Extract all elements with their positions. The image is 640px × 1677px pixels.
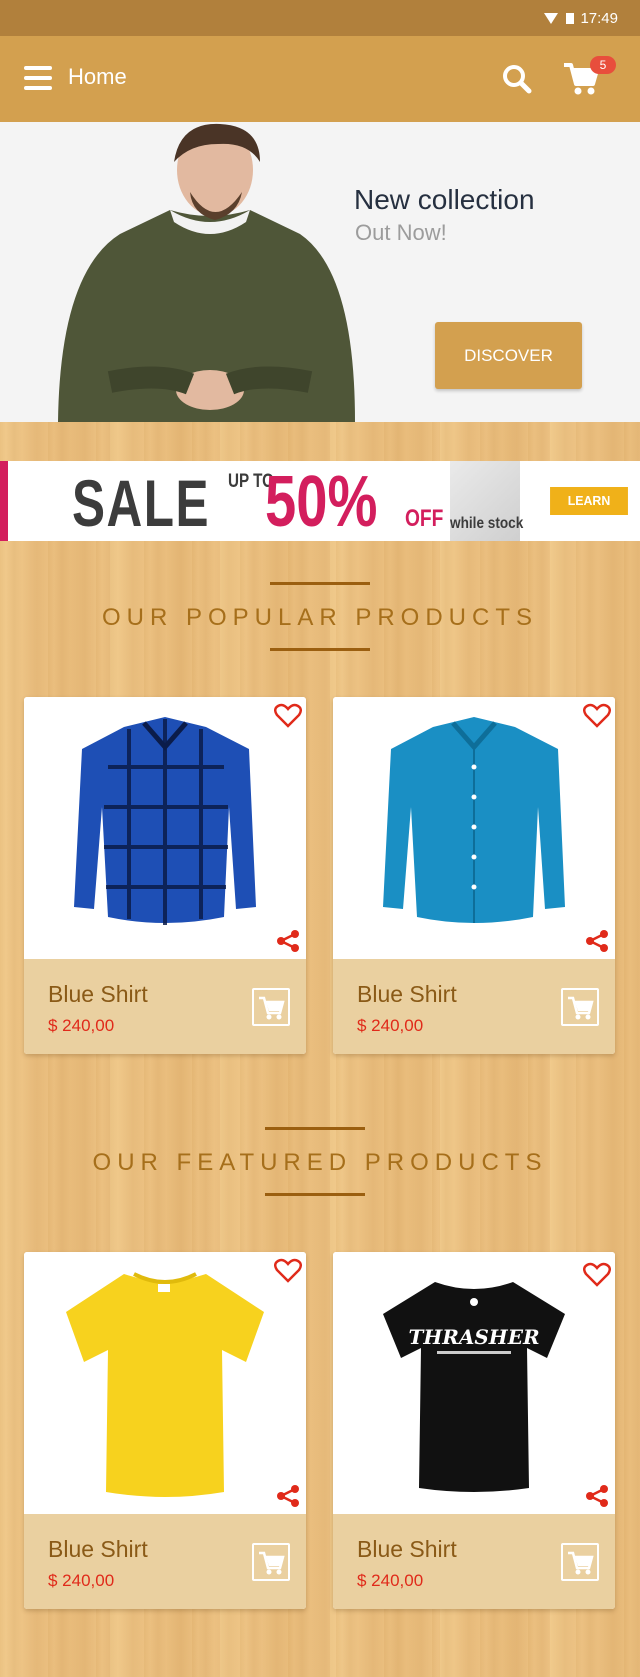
product-name[interactable]: Blue Shirt	[357, 1536, 457, 1563]
product-info: Blue Shirt $ 240,00	[333, 1514, 615, 1609]
heart-icon[interactable]	[274, 1258, 302, 1284]
wifi-icon	[544, 12, 559, 24]
learn-more-button[interactable]: LEARN MORE	[550, 487, 628, 536]
cart-count-badge: 5	[590, 56, 616, 74]
product-price: $ 240,00	[48, 1016, 115, 1035]
product-price: $ 240,00	[48, 1571, 115, 1590]
product-image-yellow-tshirt[interactable]	[24, 1252, 306, 1514]
share-icon[interactable]	[276, 929, 300, 953]
add-to-cart-button[interactable]	[561, 988, 599, 1026]
product-card[interactable]: THRASHER Blue Shirt $ 240,00	[333, 1252, 615, 1609]
tshirt-print: THRASHER	[408, 1325, 539, 1349]
model-photo	[50, 122, 360, 422]
add-to-cart-button[interactable]	[561, 1543, 599, 1581]
product-image-blue-shirt[interactable]	[333, 697, 615, 959]
product-name[interactable]: Blue Shirt	[48, 981, 148, 1008]
heart-icon[interactable]	[583, 703, 611, 729]
product-info: Blue Shirt $ 240,00	[24, 959, 306, 1054]
add-to-cart-button[interactable]	[252, 988, 290, 1026]
share-icon[interactable]	[276, 1484, 300, 1508]
sale-while-stock: while stock	[450, 515, 524, 532]
sale-banner[interactable]: SALE UP TO 50% OFF while stock LEARN MOR…	[0, 461, 640, 541]
sale-heading: SALE	[72, 466, 211, 540]
hero-title: New collection	[354, 184, 535, 215]
section-divider	[270, 648, 370, 651]
product-card[interactable]: Blue Shirt $ 240,00	[24, 1252, 306, 1609]
popular-section-title: OUR POPULAR PRODUCTS	[101, 604, 539, 631]
product-name[interactable]: Blue Shirt	[357, 981, 457, 1008]
discover-button[interactable]: DISCOVER	[435, 322, 582, 389]
featured-section-title: OUR FEATURED PRODUCTS	[92, 1149, 548, 1176]
add-to-cart-button[interactable]	[252, 1543, 290, 1581]
search-icon[interactable]	[500, 62, 534, 96]
section-divider	[265, 1193, 365, 1196]
menu-icon[interactable]	[24, 66, 52, 90]
sale-percent: 50%	[265, 462, 378, 541]
banner-accent	[0, 461, 8, 541]
product-price: $ 240,00	[357, 1016, 424, 1035]
sale-off: OFF	[405, 505, 444, 532]
app-bar: Home 5	[0, 36, 640, 122]
product-price: $ 240,00	[357, 1571, 424, 1590]
section-divider	[270, 582, 370, 585]
status-time: 17:49	[580, 9, 618, 27]
product-image-black-tshirt[interactable]: THRASHER	[333, 1252, 615, 1514]
page-title: Home	[68, 64, 127, 89]
status-bar: 17:49	[0, 0, 640, 36]
product-info: Blue Shirt $ 240,00	[333, 959, 615, 1054]
hero-banner: New collection Out Now! DISCOVER	[0, 122, 640, 422]
product-name[interactable]: Blue Shirt	[48, 1536, 148, 1563]
share-icon[interactable]	[585, 1484, 609, 1508]
section-divider	[265, 1127, 365, 1130]
hero-subtitle: Out Now!	[355, 220, 447, 245]
battery-icon	[566, 12, 575, 24]
product-image-plaid-shirt[interactable]	[24, 697, 306, 959]
share-icon[interactable]	[585, 929, 609, 953]
heart-icon[interactable]	[583, 1262, 611, 1288]
heart-icon[interactable]	[274, 703, 302, 729]
product-card[interactable]: Blue Shirt $ 240,00	[333, 697, 615, 1054]
product-info: Blue Shirt $ 240,00	[24, 1514, 306, 1609]
product-card[interactable]: Blue Shirt $ 240,00	[24, 697, 306, 1054]
